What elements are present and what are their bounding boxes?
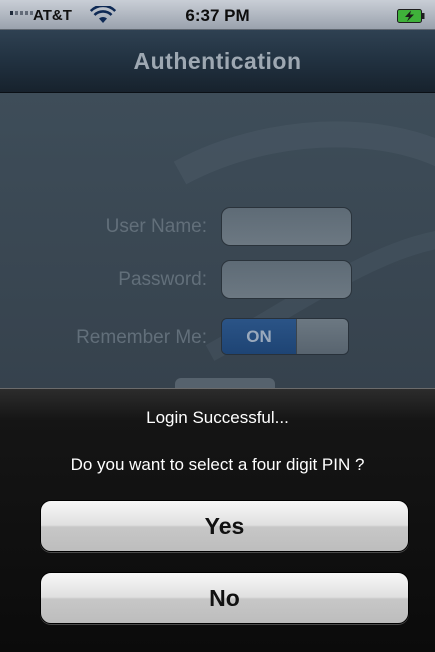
action-sheet-message: Do you want to select a four digit PIN ? [70, 455, 365, 474]
nav-title: Authentication [133, 48, 302, 74]
password-field[interactable] [221, 260, 352, 299]
action-sheet: Login Successful... Do you want to selec… [0, 388, 435, 652]
switch-knob [296, 319, 348, 354]
username-label: User Name: [105, 216, 207, 237]
navigation-bar: Authentication [0, 30, 435, 93]
status-bar: AT&T 6:37 PM [0, 0, 435, 30]
action-sheet-title: Login Successful... [146, 408, 289, 427]
remember-me-label: Remember Me: [76, 327, 207, 348]
switch-on-label: ON [222, 319, 296, 354]
password-label: Password: [118, 269, 207, 290]
username-field[interactable] [221, 207, 352, 246]
login-button [175, 378, 275, 388]
yes-button[interactable]: Yes [40, 500, 409, 552]
login-form: User Name: Password: Remember Me: ON [0, 93, 435, 388]
no-button[interactable]: No [40, 572, 409, 624]
remember-me-switch[interactable]: ON [221, 318, 349, 355]
battery-charging-icon [397, 9, 425, 23]
status-time: 6:37 PM [185, 6, 250, 25]
